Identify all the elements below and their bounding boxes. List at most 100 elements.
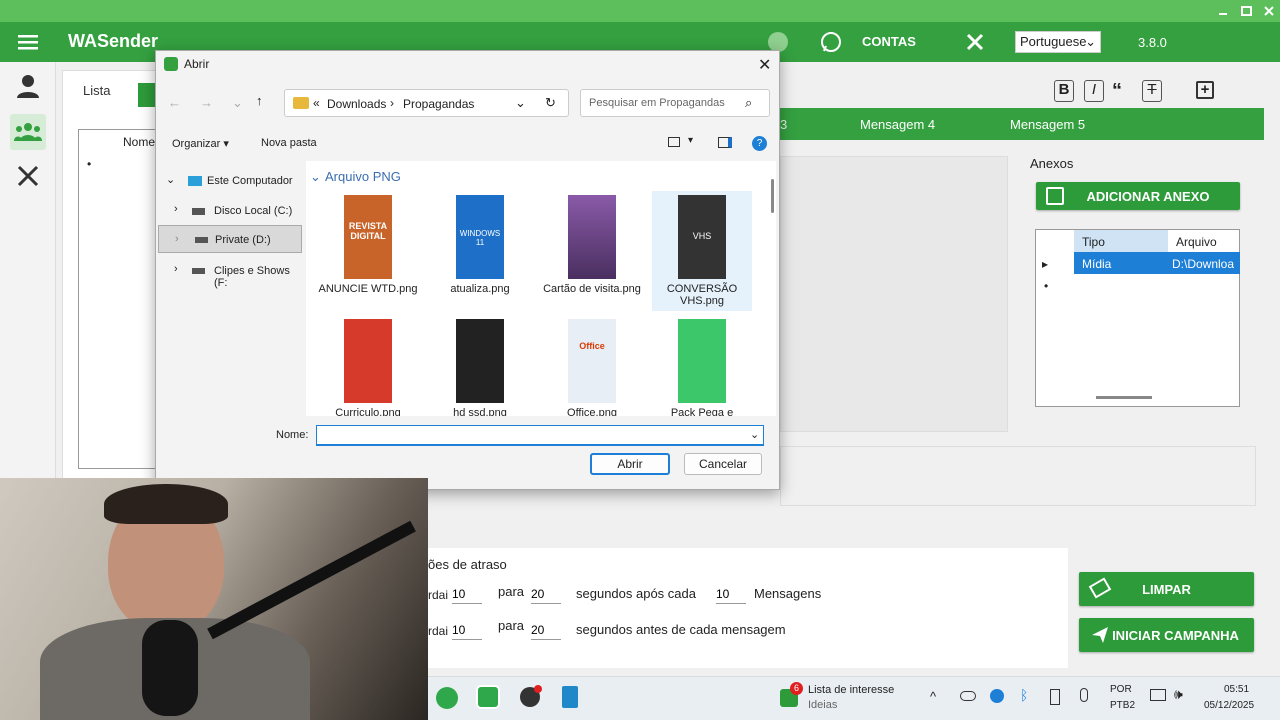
app-title: WASender (68, 31, 159, 51)
file-curriculo[interactable]: Curriculo.png (318, 319, 418, 416)
add-attachment-button[interactable]: ADICIONAR ANEXO (1036, 182, 1240, 210)
clock-date[interactable]: 05/12/2025 (1204, 700, 1254, 711)
delay-min-input-2[interactable] (452, 620, 482, 640)
tools-icon[interactable] (12, 160, 44, 192)
italic-icon[interactable]: I (1084, 80, 1104, 102)
add-attachment-label: ADICIONAR ANEXO (1086, 188, 1210, 204)
close-icon[interactable] (1262, 4, 1276, 18)
file-thumbnail (456, 319, 504, 403)
file-atualiza[interactable]: WINDOWS 11 atualiza.png (430, 195, 530, 295)
tree-label: Clipes e Shows (F: (214, 265, 290, 289)
file-conversao-vhs[interactable]: VHS CONVERSÃO VHS.png (652, 191, 752, 311)
language-line-2[interactable]: PTB2 (1110, 700, 1135, 711)
file-list: ⌄ Arquivo PNG REVISTA DIGITAL ANUNCIE WT… (306, 161, 776, 416)
group-icon[interactable] (10, 114, 46, 150)
bold-icon[interactable]: B (1054, 80, 1074, 102)
usb-icon[interactable] (1050, 689, 1060, 705)
tab-mensagem-3[interactable]: 3 (780, 117, 787, 132)
strikethrough-icon[interactable]: T (1142, 80, 1162, 102)
file-anuncie-wtd[interactable]: REVISTA DIGITAL ANUNCIE WTD.png (318, 195, 418, 295)
taskbar: 6 Lista de interesse Ideias ^ ᛒ POR PTB2… (428, 676, 1280, 720)
collapsed-chevron-icon: › (174, 263, 178, 275)
start-campaign-button[interactable]: INICIAR CAMPANHA (1079, 618, 1254, 652)
delay-max-input[interactable] (531, 584, 561, 604)
new-folder-button[interactable]: Nova pasta (261, 137, 317, 149)
recent-chevron-icon[interactable]: ⌄ (232, 95, 243, 111)
notification-title[interactable]: Lista de interesse (808, 684, 894, 696)
tab-mensagem-4[interactable]: Mensagem 4 (860, 117, 935, 132)
accounts-link[interactable]: CONTAS (862, 34, 916, 49)
address-chevron-icon[interactable]: ⌄ (515, 95, 526, 111)
back-icon[interactable]: ← (168, 95, 181, 110)
microphone-icon[interactable] (1080, 688, 1088, 702)
open-button[interactable]: Abrir (590, 453, 670, 475)
breadcrumb-propagandas[interactable]: Propagandas (403, 97, 474, 111)
clear-button[interactable]: LIMPAR (1079, 572, 1254, 606)
tree-label: Disco Local (C:) (214, 205, 293, 217)
whatsapp-icon[interactable] (820, 31, 842, 53)
tree-item-este-computador[interactable]: ⌄ Este Computador (166, 173, 304, 191)
file-name-input[interactable] (316, 425, 764, 446)
file-cartao-de-visita[interactable]: Cartão de visita.png (542, 195, 642, 295)
globe-icon[interactable] (768, 32, 788, 52)
display-icon[interactable] (1150, 689, 1166, 701)
volume-icon[interactable]: 🕪 (1174, 686, 1183, 703)
user-icon[interactable] (12, 70, 44, 102)
help-icon[interactable]: ? (752, 136, 767, 151)
horizontal-scrollbar[interactable] (1096, 396, 1152, 399)
notepad-icon[interactable] (562, 686, 578, 708)
tab-mensagem-5[interactable]: Mensagem 5 (1010, 117, 1085, 132)
view-chevron-icon[interactable]: ▾ (688, 135, 693, 146)
search-box[interactable]: Pesquisar em Propagandas ⌕ (580, 89, 770, 117)
whatsapp-icon[interactable] (476, 685, 500, 709)
breadcrumb-downloads[interactable]: Downloads (327, 97, 386, 111)
add-icon[interactable]: + (1196, 81, 1214, 99)
address-bar[interactable]: « Downloads › Propagandas ⌄ ↻ (284, 89, 569, 117)
vertical-scrollbar[interactable] (771, 179, 774, 213)
language-select[interactable]: Portuguese ⌄ (1015, 31, 1101, 53)
clock-time[interactable]: 05:51 (1224, 684, 1249, 695)
menu-icon[interactable] (18, 33, 38, 51)
file-office[interactable]: Office Office.png (542, 319, 642, 416)
file-hd-ssd[interactable]: hd ssd.png (430, 319, 530, 416)
language-line-1[interactable]: POR (1110, 684, 1132, 695)
tree-item-private[interactable]: › Private (D:) (158, 225, 302, 253)
security-icon[interactable] (990, 689, 1004, 703)
file-thumbnail (344, 319, 392, 403)
messages-count-input[interactable] (716, 584, 746, 604)
file-name-chevron-icon[interactable]: ⌄ (750, 428, 759, 441)
view-icon[interactable] (668, 137, 680, 147)
cancel-button[interactable]: Cancelar (684, 453, 762, 475)
delay-text-2: segundos antes de cada mensagem (576, 622, 786, 637)
tree-item-disco-local[interactable]: › Disco Local (C:) (174, 203, 304, 221)
messages-label: Mensagens (754, 586, 822, 601)
delay-panel: ões de atraso rdai para segundos após ca… (428, 548, 1068, 668)
up-icon[interactable]: ↑ (256, 93, 263, 108)
search-placeholder: Pesquisar em Propagandas (589, 97, 725, 109)
chevron-up-icon[interactable]: ^ (930, 689, 936, 704)
group-chevron-icon[interactable]: ⌄ (310, 169, 321, 185)
file-thumbnail: VHS (678, 195, 726, 279)
organize-label: Organizar (172, 138, 221, 150)
refresh-icon[interactable]: ↻ (545, 95, 556, 111)
delay-min-input[interactable] (452, 584, 482, 604)
organize-menu[interactable]: Organizar ▾ (172, 137, 229, 150)
file-pack-pega[interactable]: Pack Pega e (652, 319, 752, 416)
forward-icon[interactable]: → (200, 95, 213, 110)
dialog-close-icon[interactable]: ✕ (758, 55, 771, 75)
preview-pane-icon[interactable] (718, 137, 732, 148)
clear-label: LIMPAR (1142, 581, 1191, 597)
message-editor[interactable] (780, 156, 1008, 432)
tab-lista[interactable]: Lista (83, 83, 110, 98)
thumbnail-text: Office (579, 341, 605, 351)
tree-item-clipes[interactable]: › Clipes e Shows (F: (174, 263, 304, 289)
maximize-icon[interactable] (1240, 4, 1254, 18)
minimize-icon[interactable] (1216, 4, 1230, 18)
tools-icon[interactable] (965, 32, 985, 52)
delay-max-input-2[interactable] (531, 620, 561, 640)
app-icon[interactable] (436, 687, 458, 709)
bluetooth-icon[interactable]: ᛒ (1020, 687, 1028, 703)
quote-icon[interactable]: “ (1112, 80, 1134, 102)
cloud-icon[interactable] (960, 691, 976, 701)
delay-to-label: para (498, 584, 525, 599)
